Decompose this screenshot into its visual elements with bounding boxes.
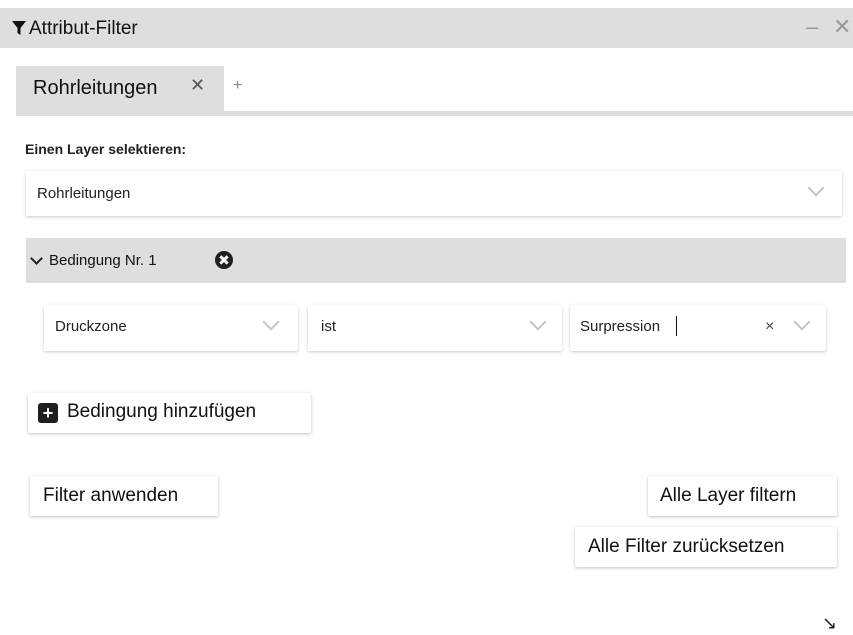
operator-select[interactable] <box>308 305 562 351</box>
operator-select-value: ist <box>321 318 336 335</box>
layer-select-value: Rohrleitungen <box>37 185 131 202</box>
layer-select-label: Einen Layer selektieren: <box>25 141 187 157</box>
tab-label: Rohrleitungen <box>33 77 158 99</box>
value-input-text: Surpression <box>580 318 661 335</box>
minimize-button[interactable]: – <box>806 14 818 40</box>
plus-square-icon: + <box>38 403 58 423</box>
remove-condition-icon[interactable]: ✖ <box>215 251 233 269</box>
reset-all-filters-label: Alle Filter zurücksetzen <box>588 536 785 557</box>
filter-funnel-icon <box>12 21 26 35</box>
condition-title: Bedingung Nr. 1 <box>49 252 157 269</box>
layer-select[interactable] <box>26 171 842 216</box>
text-cursor <box>676 316 677 336</box>
add-tab-button[interactable]: + <box>233 77 242 95</box>
window-title: Attribut-Filter <box>29 18 138 39</box>
clear-value-icon[interactable]: × <box>765 318 774 336</box>
tab-close-icon[interactable]: ✕ <box>190 75 205 96</box>
close-button[interactable]: ✕ <box>833 14 851 40</box>
filter-all-layers-label: Alle Layer filtern <box>660 485 797 506</box>
add-condition-label: Bedingung hinzufügen <box>67 401 257 422</box>
attribute-select-value: Druckzone <box>55 318 127 335</box>
resize-handle-icon[interactable]: ↘ <box>822 613 837 634</box>
apply-filter-label: Filter anwenden <box>43 485 179 506</box>
